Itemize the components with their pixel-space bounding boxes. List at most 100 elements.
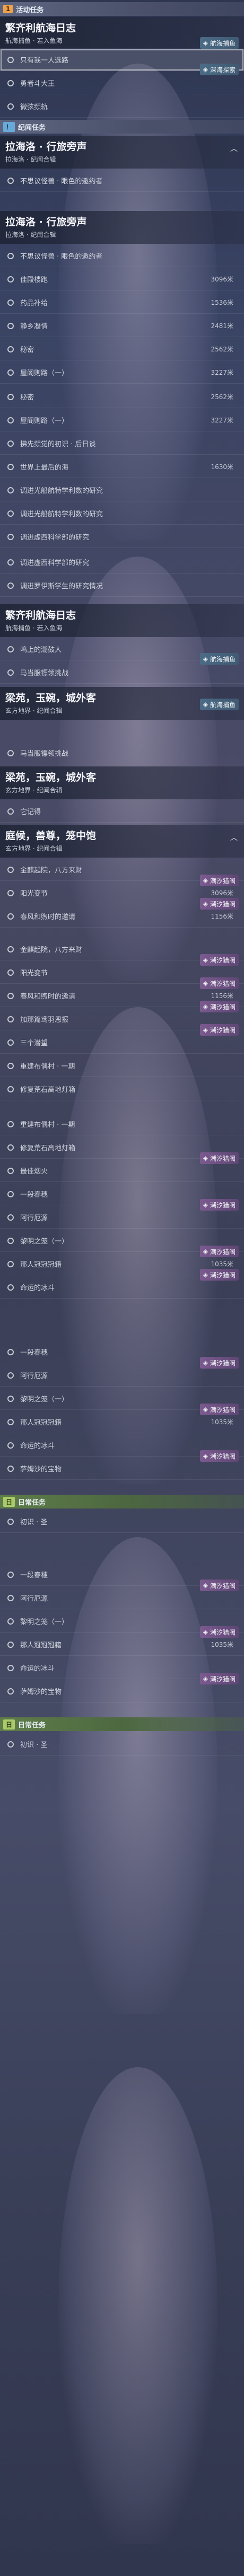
radio-icon (7, 1618, 14, 1625)
section-tag: 1 (3, 5, 13, 13)
quest-item[interactable]: 秘密 2562米 (0, 386, 244, 408)
quest-item[interactable]: 屋阁则路（一） 3227米 (0, 361, 244, 384)
location-badge: ◈ 潮汐猎阀 (199, 1024, 239, 1036)
quest-item-label: 修复荒石高地灯箱 (20, 1144, 76, 1152)
quest-item[interactable]: 修复荒石高地灯箱 (0, 1078, 244, 1100)
quest-item-label: 静乡凝情 (20, 323, 48, 331)
quest-item[interactable]: 重建布偶村 · 一期 (0, 1113, 244, 1135)
quest-item-label: 勇者斗大王 (20, 80, 55, 88)
record-quests-bar[interactable]: ！纪闻任务 (0, 120, 244, 134)
quest-item[interactable]: 屋阁则路（一） 3227米 (0, 409, 244, 431)
quest-item[interactable]: 调进光船航特学利数的研究 (0, 502, 244, 525)
quest-item-label: 调进罗伊斯学生的研究情况 (20, 583, 103, 590)
badge-label: 潮汐猎阀 (210, 1003, 236, 1011)
location-badge: ◈ 潮汐猎阀 (199, 1450, 239, 1462)
quest-item-label: 马当服镖领挑战 (20, 669, 69, 677)
chevron-up-icon[interactable]: ︿ (230, 143, 238, 154)
quest-title: 拉海洛 · 行旅旁声 (5, 141, 87, 153)
badge-label: 潮汐猎阀 (210, 1675, 236, 1683)
quest-item[interactable]: 不思议怪兽 · 眼色的邀约者 (0, 170, 244, 192)
section-title: 日常任务 (18, 1721, 46, 1730)
radio-icon (7, 1086, 14, 1092)
quest-item[interactable]: 调进罗伊斯学生的研究情况 (0, 575, 244, 597)
section-title: 纪闻任务 (18, 123, 46, 132)
daily-quests-bar[interactable]: 日日常任务 (0, 1495, 244, 1508)
quest-item-label: 不思议怪兽 · 眼色的邀约者 (20, 253, 103, 261)
badge-icon: ◈ (203, 900, 208, 907)
badge-icon: ◈ (203, 1582, 208, 1589)
quest-item[interactable]: 药品补给 1536米 (0, 292, 244, 314)
quest-item-label: 加那篇鸢羽恩报 (20, 1016, 69, 1024)
badge-icon: ◈ (203, 1003, 208, 1010)
quest-header-lahailuo[interactable]: 拉海洛 · 行旅旁声 拉海洛 · 纪闻合辑 ︿ (0, 136, 244, 169)
radio-icon (7, 1121, 14, 1127)
location-badge: ◈ 潮汐猎阀 (199, 1269, 239, 1281)
quest-item[interactable]: 调进光船航特学利数的研究 (0, 479, 244, 501)
distance-value: 3096米 (211, 889, 233, 897)
quest-header-logbook-2[interactable]: 繁齐利航海日志 航海捕鱼 · 若入鱼海 (0, 604, 244, 637)
distance-value: 1035米 (211, 1418, 233, 1426)
quest-item-label: 马当服镖领挑战 (20, 750, 69, 758)
quest-item-label: 命运的冰斗 (20, 1442, 55, 1450)
badge-label: 潮汐猎阀 (210, 900, 236, 908)
radio-icon (7, 992, 14, 999)
radio-icon (7, 276, 14, 283)
location-badge: ◈ 潮汐猎阀 (199, 977, 239, 989)
quest-item[interactable]: 拂先频觉的初识 · 后日谈 (0, 433, 244, 455)
quest-item-label: 佳殿楼跑 (20, 276, 48, 284)
quest-item[interactable]: 调进虚西科学部的研究 (0, 526, 244, 548)
radio-icon (7, 1348, 14, 1355)
location-badge: ◈ 航海捕鱼 (199, 699, 239, 710)
badge-icon: ◈ (203, 980, 208, 987)
location-badge: ◈ 潮汐猎阀 (199, 1246, 239, 1257)
radio-icon (7, 808, 14, 815)
quest-header-lahailuo-2[interactable]: 拉海洛 · 行旅旁声 拉海洛 · 纪闻合辑 (0, 211, 244, 244)
badge-label: 潮汐猎阀 (210, 980, 236, 987)
quest-item-label: 屋阁则路（一） (20, 417, 69, 425)
quest-item[interactable]: 马当服镖领挑战 (0, 742, 244, 764)
section-tag: 日 (3, 1496, 15, 1507)
chevron-up-icon[interactable]: ︿ (230, 832, 238, 843)
quest-item-label: 黎明之笼（一） (20, 1618, 69, 1626)
quest-item[interactable]: 调进虚西科学部的研究 (0, 551, 244, 574)
quest-header-tinghou[interactable]: 庭候，兽尊，笼中饱 玄方地界 · 纪闻合辑 ︿ (0, 825, 244, 858)
radio-icon (7, 1260, 14, 1267)
radio-icon (7, 1237, 14, 1244)
quest-item[interactable]: 它记得 (0, 800, 244, 823)
quest-item-label: 黎明之笼（一） (20, 1396, 69, 1404)
radio-icon (7, 1465, 14, 1472)
quest-item[interactable]: 不思议怪兽 · 眼色的邀约者 (0, 245, 244, 267)
quest-item[interactable]: 马当服镖领挑战 (0, 661, 244, 684)
quest-item-label: 阳光变节 (20, 969, 48, 977)
quest-header-liangyuan-2[interactable]: 梁苑，玉碗，城外客 玄方地界 · 纪闻合辑 (0, 766, 244, 799)
location-badge: ◈ 航海捕鱼 (199, 37, 239, 49)
quest-item[interactable]: 初识 · 圣 (0, 1733, 244, 1755)
quest-item[interactable]: 勇者斗大王 (0, 72, 244, 94)
quest-item[interactable]: 佳殿楼跑 3096米 (0, 268, 244, 290)
distance-value: 1035米 (211, 1641, 233, 1648)
quest-item-label: 命运的冰斗 (20, 1284, 55, 1292)
radio-icon (7, 749, 14, 756)
quest-item[interactable]: 重建布偶村 · 一期 (0, 1055, 244, 1077)
daily-quests-bar-2[interactable]: 日日常任务 (0, 1717, 244, 1731)
quest-item[interactable]: 初识 · 圣 (0, 1511, 244, 1533)
quest-item-label: 初识 · 圣 (20, 1741, 48, 1749)
badge-icon: ◈ (203, 1154, 208, 1162)
location-badge: ◈ 航海捕鱼 (199, 653, 239, 665)
quest-item-label: 一段春穗 (20, 1349, 48, 1357)
distance-value: 3227米 (211, 369, 233, 376)
location-badge: ◈ 潮汐猎阀 (199, 1152, 239, 1164)
quest-list-screen: 1 活动任务 繁齐利航海日志 航海捕鱼 · 若入鱼海 ◈ 航海捕鱼 只有我一人选路 勇者斗大王… (0, 0, 244, 2576)
quest-item[interactable]: 微弦频轨 (0, 95, 244, 118)
quest-item[interactable]: 静乡凝情 2481米 (0, 315, 244, 337)
radio-icon (7, 1144, 14, 1151)
quest-item-label: 只有我一人选路 (20, 57, 69, 65)
activity-quests-bar[interactable]: 1 活动任务 (0, 2, 244, 16)
radio-icon (7, 1190, 14, 1197)
badge-label: 潮汐猎阀 (210, 1359, 236, 1367)
radio-icon (7, 1741, 14, 1748)
quest-title: 繁齐利航海日志 (5, 22, 76, 34)
quest-item[interactable]: 世界上最后的海 1630米 (0, 456, 244, 478)
quest-item[interactable]: 秘密 2562米 (0, 338, 244, 360)
radio-icon (7, 1284, 14, 1291)
